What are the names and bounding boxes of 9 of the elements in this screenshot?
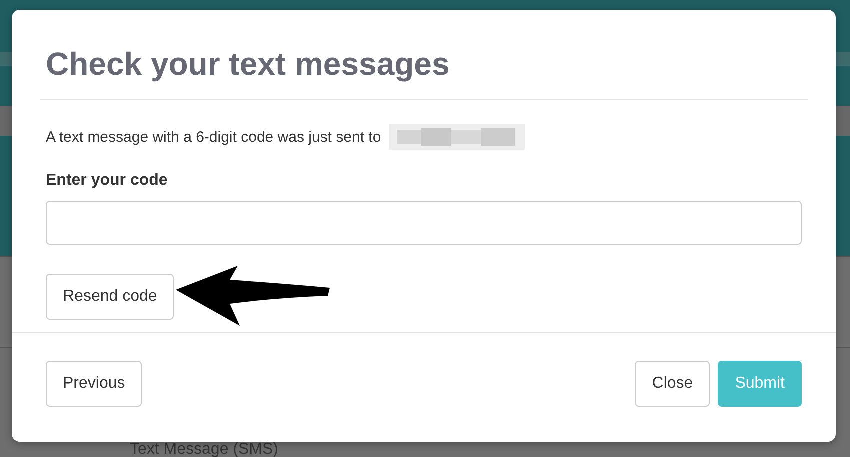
code-input[interactable]	[46, 201, 802, 245]
list-item: Text Message (SMS)	[130, 441, 278, 457]
dialog-title: Check your text messages	[46, 46, 451, 83]
field-label: Enter your code	[46, 172, 169, 190]
arrow-icon	[176, 266, 330, 328]
previous-button[interactable]: Previous	[46, 361, 142, 407]
message-text: A text message with a 6-digit code was just sent to	[46, 128, 382, 146]
close-button[interactable]: Close	[635, 361, 710, 407]
resend-button[interactable]: Resend code	[46, 274, 174, 320]
